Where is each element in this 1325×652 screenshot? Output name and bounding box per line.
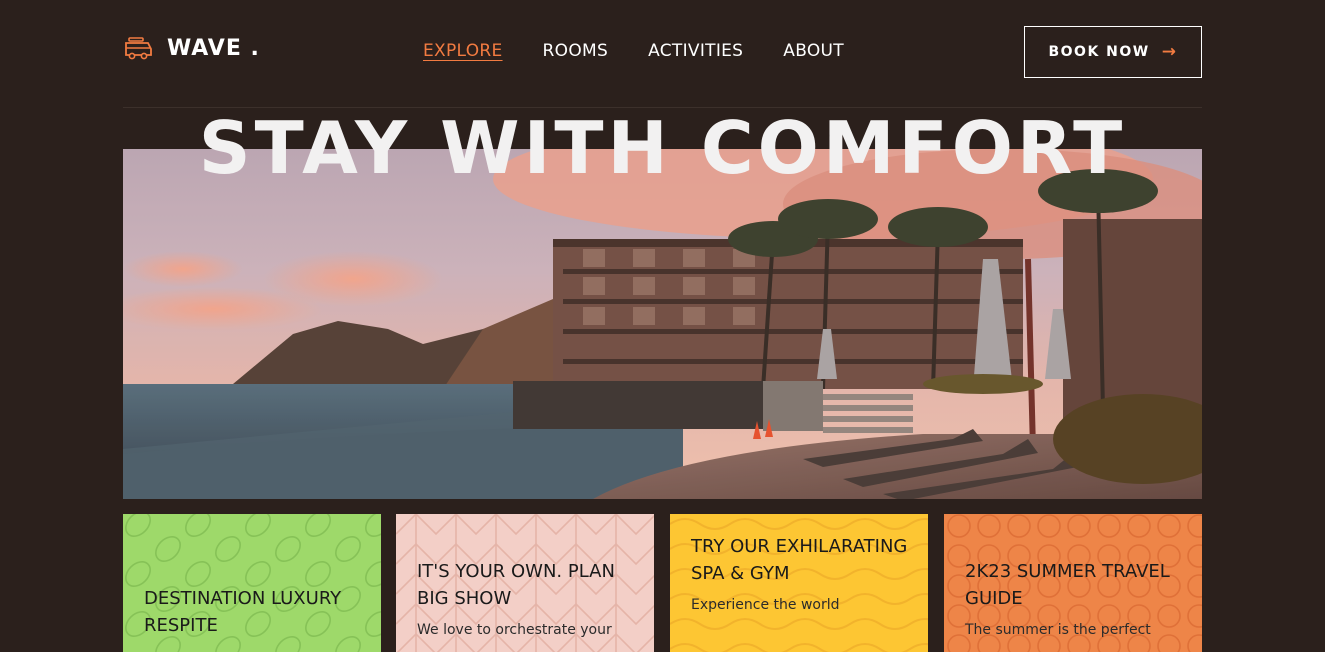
nav-explore[interactable]: EXPLORE xyxy=(423,41,503,61)
brand-name: WAVE . xyxy=(167,35,260,61)
arrow-right-icon: → xyxy=(1161,41,1178,62)
card-title: 2K23 SUMMER TRAVEL GUIDE xyxy=(965,561,1170,609)
card-title: IT'S YOUR OWN. PLAN BIG SHOW xyxy=(417,561,615,609)
card-text: We love to orchestrate your xyxy=(417,622,612,638)
card-luxury-respite[interactable]: DESTINATION LUXURY RESPITE xyxy=(123,514,381,652)
card-title: DESTINATION LUXURY RESPITE xyxy=(144,588,342,636)
book-now-label: BOOK NOW xyxy=(1048,44,1150,60)
book-now-button[interactable]: BOOK NOW → xyxy=(1024,26,1202,78)
site-header: WAVE . EXPLORE ROOMS ACTIVITIES ABOUT BO… xyxy=(123,0,1202,108)
main-nav: EXPLORE ROOMS ACTIVITIES ABOUT xyxy=(423,41,884,61)
card-summer-guide[interactable]: 2K23 SUMMER TRAVEL GUIDE The summer is t… xyxy=(944,514,1202,652)
card-text: The summer is the perfect xyxy=(965,622,1151,638)
card-title: TRY OUR EXHILARATING SPA & GYM xyxy=(691,536,908,584)
hero-image xyxy=(123,149,1202,499)
logo[interactable]: WAVE . xyxy=(123,34,260,62)
hero-title: STAY WITH COMFORT xyxy=(198,106,1127,190)
card-spa-gym[interactable]: TRY OUR EXHILARATING SPA & GYM Experienc… xyxy=(670,514,928,652)
nav-activities[interactable]: ACTIVITIES xyxy=(648,41,743,61)
card-text: Experience the world xyxy=(691,597,840,613)
van-icon xyxy=(125,37,152,60)
nav-about[interactable]: ABOUT xyxy=(783,41,844,61)
feature-cards: DESTINATION LUXURY RESPITE IT'S YOUR OWN… xyxy=(123,514,1202,652)
card-plan-big-show[interactable]: IT'S YOUR OWN. PLAN BIG SHOW We love to … xyxy=(396,514,654,652)
nav-rooms[interactable]: ROOMS xyxy=(543,41,609,61)
